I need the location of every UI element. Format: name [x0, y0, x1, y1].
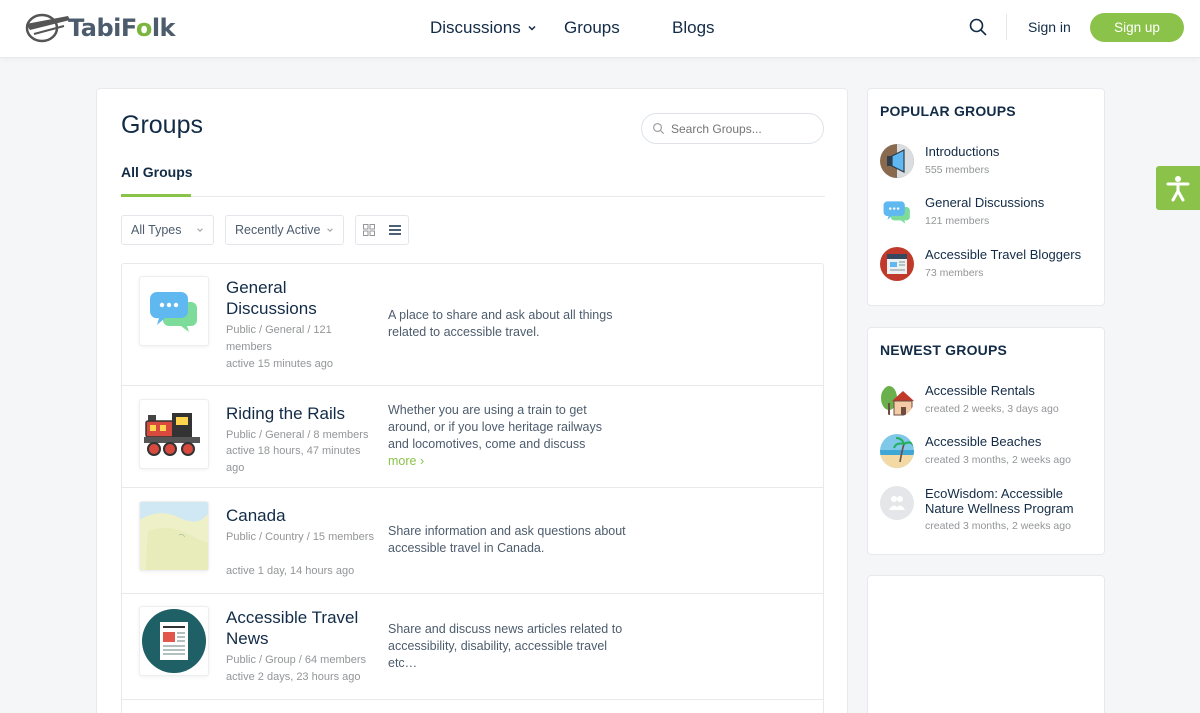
group-name[interactable]: Riding the Rails: [226, 403, 366, 424]
filter-order-select[interactable]: Recently Active: [225, 215, 344, 245]
group-item[interactable]: Accessible Travel News Public / Group / …: [122, 594, 823, 700]
widget-title: POPULAR GROUPS: [880, 103, 1016, 119]
group-avatar[interactable]: [139, 399, 209, 469]
widget-group-name[interactable]: Accessible Beaches: [925, 434, 1100, 449]
popular-groups-widget: POPULAR GROUPS Introductions 555 members…: [867, 88, 1105, 306]
group-activity: active 18 hours, 47 minutes ago: [226, 445, 361, 474]
train-icon: [144, 413, 200, 456]
group-search[interactable]: [641, 113, 824, 144]
nav-blogs[interactable]: Blogs: [672, 0, 715, 56]
group-avatar[interactable]: [880, 486, 914, 520]
widget-group-count: 73 members: [925, 267, 984, 279]
group-description: Whether you are using a train to get aro…: [388, 403, 603, 468]
logo-text: TabiFolk: [68, 14, 176, 42]
group-activity: active 15 minutes ago: [226, 358, 334, 370]
group-name[interactable]: Canada: [226, 505, 366, 526]
grid-view-button[interactable]: [356, 216, 382, 244]
group-description: Share information and ask questions abou…: [388, 524, 626, 555]
group-placeholder-icon: [889, 496, 905, 510]
group-name[interactable]: General Discussions: [226, 277, 366, 319]
search-icon: [652, 122, 665, 135]
widget-group-item[interactable]: General Discussions 121 members: [880, 195, 1100, 235]
blog-icon: [887, 254, 907, 274]
active-tab-indicator: [121, 194, 191, 197]
group-avatar[interactable]: [880, 247, 914, 281]
widget-group-item[interactable]: Introductions 555 members: [880, 144, 1100, 184]
widget-group-created: created 3 months, 2 weeks ago: [925, 520, 1071, 532]
tabs-divider: [121, 196, 825, 197]
megaphone-icon: [887, 144, 914, 178]
newest-groups-widget: NEWEST GROUPS Accessible Rentals created…: [867, 327, 1105, 555]
widget-title: NEWEST GROUPS: [880, 342, 1008, 358]
list-view-button[interactable]: [382, 216, 408, 244]
group-meta: Public / General / 121 members: [226, 324, 332, 353]
search-icon: [969, 18, 987, 36]
header-search-button[interactable]: [968, 17, 990, 39]
sign-in-link[interactable]: Sign in: [1028, 19, 1071, 35]
group-avatar[interactable]: [139, 276, 209, 346]
group-avatar[interactable]: [139, 501, 209, 571]
group-list: General Discussions Public / General / 1…: [121, 263, 824, 713]
group-item[interactable]: Riding the Rails Public / General / 8 me…: [122, 386, 823, 488]
accessibility-button[interactable]: [1156, 166, 1200, 210]
accessibility-icon: [1166, 176, 1190, 202]
group-avatar[interactable]: [880, 434, 914, 468]
widget-group-name[interactable]: Introductions: [925, 144, 1100, 159]
group-name[interactable]: Accessible Travel News: [226, 607, 366, 649]
sidebar-widget-empty: [867, 575, 1105, 713]
group-meta: Public / Country / 15 members: [226, 531, 374, 543]
groups-panel: Groups All Groups All Types Recently Act…: [96, 88, 848, 713]
widget-group-item[interactable]: Accessible Rentals created 2 weeks, 3 da…: [880, 383, 1100, 423]
group-avatar[interactable]: [139, 606, 209, 676]
tab-all-groups[interactable]: All Groups: [121, 164, 193, 180]
widget-group-name[interactable]: EcoWisdom: Accessible Nature Wellness Pr…: [925, 486, 1100, 516]
widget-group-count: 121 members: [925, 215, 990, 227]
nav-groups[interactable]: Groups: [564, 0, 620, 56]
group-item[interactable]: General Discussions Public / General / 1…: [122, 264, 823, 386]
house-icon: [881, 386, 914, 416]
group-description: Share and discuss news articles related …: [388, 622, 623, 670]
nav-discussions[interactable]: Discussions: [430, 0, 537, 56]
list-view-icon: [389, 225, 401, 235]
widget-group-count: 555 members: [925, 164, 990, 176]
logo[interactable]: TabiFolk: [24, 10, 176, 46]
group-meta: Public / General / 8 members: [226, 429, 369, 441]
logo-mark-icon: [25, 13, 70, 43]
group-activity: active 2 days, 23 hours ago: [226, 671, 361, 683]
group-description: A place to share and ask about all thing…: [388, 308, 613, 339]
site-header: TabiFolk Discussions Groups Blogs Sign i…: [0, 0, 1200, 58]
view-toggle: [355, 215, 409, 245]
sign-up-button[interactable]: Sign up: [1090, 13, 1184, 42]
widget-group-name[interactable]: Accessible Rentals: [925, 383, 1100, 398]
newspaper-icon: [142, 609, 206, 673]
group-item[interactable]: Canada Public / Country / 15 members act…: [122, 488, 823, 594]
page-title: Groups: [121, 111, 203, 139]
widget-group-name[interactable]: General Discussions: [925, 195, 1100, 210]
grid-view-icon: [363, 224, 375, 236]
widget-group-item[interactable]: Accessible Beaches created 3 months, 2 w…: [880, 434, 1100, 474]
filter-types-select[interactable]: All Types: [121, 215, 214, 245]
chevron-down-icon: [528, 25, 536, 31]
widget-group-name[interactable]: Accessible Travel Bloggers: [925, 247, 1100, 262]
map-icon: [140, 502, 208, 570]
chat-bubbles-icon: [883, 201, 910, 224]
widget-group-item[interactable]: EcoWisdom: Accessible Nature Wellness Pr…: [880, 486, 1100, 536]
group-avatar[interactable]: [880, 144, 914, 178]
group-avatar[interactable]: [880, 383, 914, 417]
chat-bubbles-icon: [149, 292, 197, 332]
widget-group-item[interactable]: Accessible Travel Bloggers 73 members: [880, 247, 1100, 287]
header-divider: [1006, 14, 1007, 40]
beach-icon: [880, 437, 914, 468]
widget-group-created: created 2 weeks, 3 days ago: [925, 403, 1059, 415]
widget-group-created: created 3 months, 2 weeks ago: [925, 454, 1071, 466]
search-groups-input[interactable]: [671, 121, 811, 136]
chevron-down-icon: [197, 228, 203, 232]
read-more-link[interactable]: more ›: [388, 454, 424, 468]
chevron-down-icon: [327, 228, 333, 232]
group-meta: Public / Group / 64 members: [226, 654, 367, 666]
group-activity: active 1 day, 14 hours ago: [226, 565, 355, 577]
group-avatar[interactable]: [880, 195, 914, 229]
